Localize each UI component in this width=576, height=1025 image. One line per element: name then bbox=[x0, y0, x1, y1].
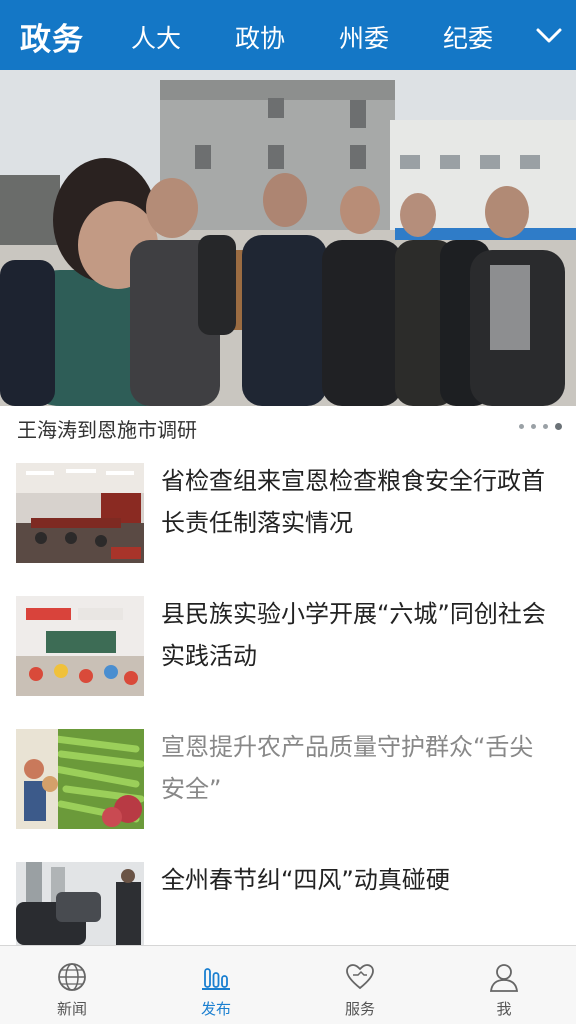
tab-label: 发布 bbox=[200, 1000, 231, 1018]
news-thumbnail bbox=[16, 862, 144, 945]
top-nav-bar: 政务 人大 政协 州委 纪委 bbox=[0, 0, 576, 70]
tab-label: 服务 bbox=[344, 1000, 375, 1018]
news-title: 宣恩提升农产品质量守护群众“舌尖安全” bbox=[161, 733, 534, 803]
news-item[interactable]: 宣恩提升农产品质量守护群众“舌尖安全” bbox=[0, 714, 576, 848]
carousel-indicator bbox=[519, 423, 562, 430]
heart-handshake-icon bbox=[346, 964, 374, 990]
bar-chart-icon bbox=[202, 968, 230, 990]
section-title: 政务 bbox=[20, 22, 84, 58]
hero-caption[interactable]: 王海涛到恩施市调研 bbox=[17, 414, 197, 443]
news-thumbnail bbox=[16, 463, 144, 563]
carousel-dot bbox=[543, 424, 548, 429]
carousel-dot bbox=[531, 424, 536, 429]
news-thumbnail bbox=[16, 729, 144, 829]
tab-publish[interactable]: 发布 bbox=[144, 946, 288, 1025]
carousel-dot bbox=[519, 424, 524, 429]
tab-zhengxie[interactable]: 政协 bbox=[235, 19, 285, 55]
news-title: 县民族实验小学开展“六城”同创社会实践活动 bbox=[161, 600, 546, 670]
news-item[interactable]: 省检查组来宣恩检查粮食安全行政首长责任制落实情况 bbox=[0, 448, 576, 582]
hero-banner-image[interactable] bbox=[0, 70, 576, 406]
news-item[interactable]: 县民族实验小学开展“六城”同创社会实践活动 bbox=[0, 581, 576, 715]
tab-service[interactable]: 服务 bbox=[288, 946, 432, 1025]
carousel-dot-active bbox=[555, 423, 562, 430]
news-item[interactable]: 全州春节纠“四风”动真碰硬 bbox=[0, 847, 576, 945]
tab-news[interactable]: 新闻 bbox=[0, 946, 144, 1025]
news-thumbnail bbox=[16, 596, 144, 696]
tab-jiwei[interactable]: 纪委 bbox=[443, 19, 493, 55]
tab-renda[interactable]: 人大 bbox=[131, 19, 181, 55]
news-title: 全州春节纠“四风”动真碰硬 bbox=[161, 866, 450, 894]
news-title: 省检查组来宣恩检查粮食安全行政首长责任制落实情况 bbox=[161, 467, 545, 537]
tab-label: 新闻 bbox=[56, 1000, 87, 1018]
tab-zhouwei[interactable]: 州委 bbox=[339, 19, 389, 55]
bottom-tab-bar: 新闻 发布 服务 我 bbox=[0, 945, 576, 1024]
chevron-down-icon[interactable] bbox=[534, 20, 564, 50]
tab-label: 我 bbox=[496, 1000, 512, 1018]
tab-me[interactable]: 我 bbox=[432, 946, 576, 1025]
globe-icon bbox=[58, 963, 86, 991]
person-icon bbox=[489, 964, 519, 992]
hero-caption-bar: 王海涛到恩施市调研 bbox=[0, 406, 576, 448]
